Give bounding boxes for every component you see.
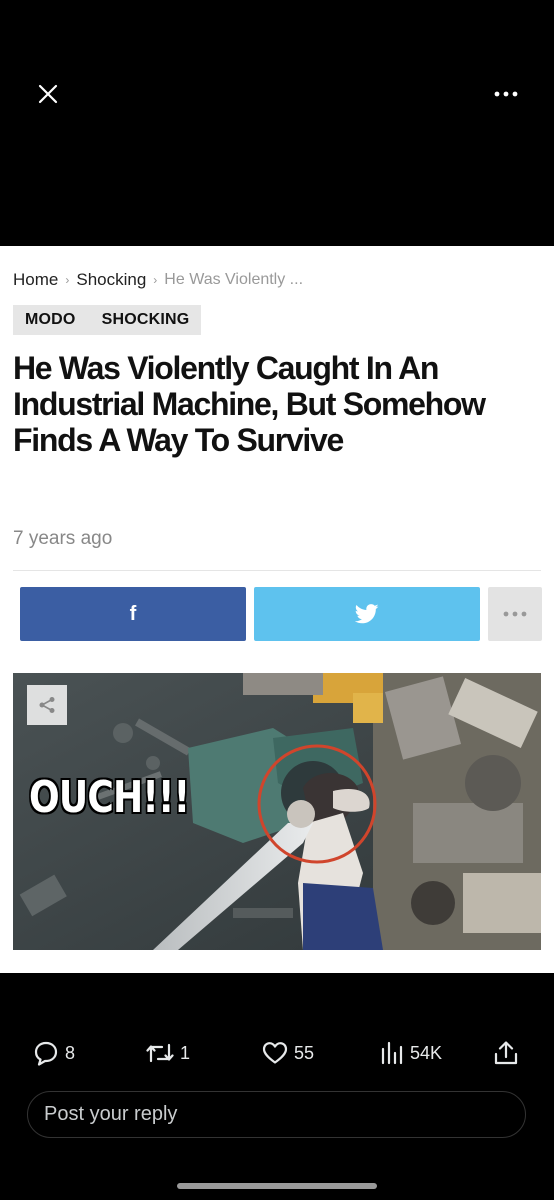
views-action[interactable]: 54K [380,1034,442,1072]
share-buttons: f [20,587,542,641]
share-upload-icon [494,1041,518,1065]
article-headline: He Was Violently Caught In An Industrial… [13,350,486,458]
article-age: 7 years ago [13,528,113,549]
like-count: 55 [294,1042,315,1063]
breadcrumb-category: Shocking [76,270,147,289]
repost-icon [146,1043,174,1063]
reply-placeholder: Post your reply [44,1103,178,1125]
close-icon [38,84,58,104]
image-share-button [27,685,67,725]
twitter-share-button [254,587,480,641]
viewer-top-bar [0,0,554,246]
close-button[interactable] [30,76,66,112]
breadcrumb-home: Home [13,270,59,289]
divider [13,570,541,571]
share-icon [39,697,55,713]
more-icon [503,611,527,617]
category-tags: MODO SHOCKING [13,305,202,335]
share-action[interactable] [494,1034,518,1072]
tag-modo: MODO [25,311,76,328]
reply-input[interactable]: Post your reply [27,1091,526,1138]
post-action-bar: 8 1 55 54K [0,1034,554,1072]
facebook-icon: f [129,602,137,625]
article-screenshot[interactable]: Home › Shocking › He Was Violently ... M… [0,246,554,973]
repost-count: 1 [180,1042,191,1063]
like-action[interactable]: 55 [262,1034,314,1072]
reply-count: 8 [65,1042,76,1063]
facebook-share-button: f [20,587,246,641]
tag-shocking: SHOCKING [101,311,190,328]
breadcrumb-current: He Was Violently ... [164,271,304,288]
breadcrumb-separator-icon: › [153,273,158,287]
article-photo: OUCH!!! [13,673,541,950]
more-options-button[interactable] [488,80,524,108]
repost-action[interactable]: 1 [146,1034,190,1072]
reply-action[interactable]: 8 [33,1034,75,1072]
more-icon [494,91,518,97]
breadcrumb: Home › Shocking › He Was Violently ... [13,270,303,290]
reply-icon [34,1041,58,1066]
views-chart-icon [381,1041,403,1065]
heart-icon [262,1042,288,1064]
view-count: 54K [410,1042,443,1063]
image-caption-text: OUCH!!! [29,772,190,823]
twitter-bird-icon [355,604,379,624]
more-share-button [488,587,542,641]
breadcrumb-separator-icon: › [65,273,70,287]
home-indicator[interactable] [177,1183,377,1189]
